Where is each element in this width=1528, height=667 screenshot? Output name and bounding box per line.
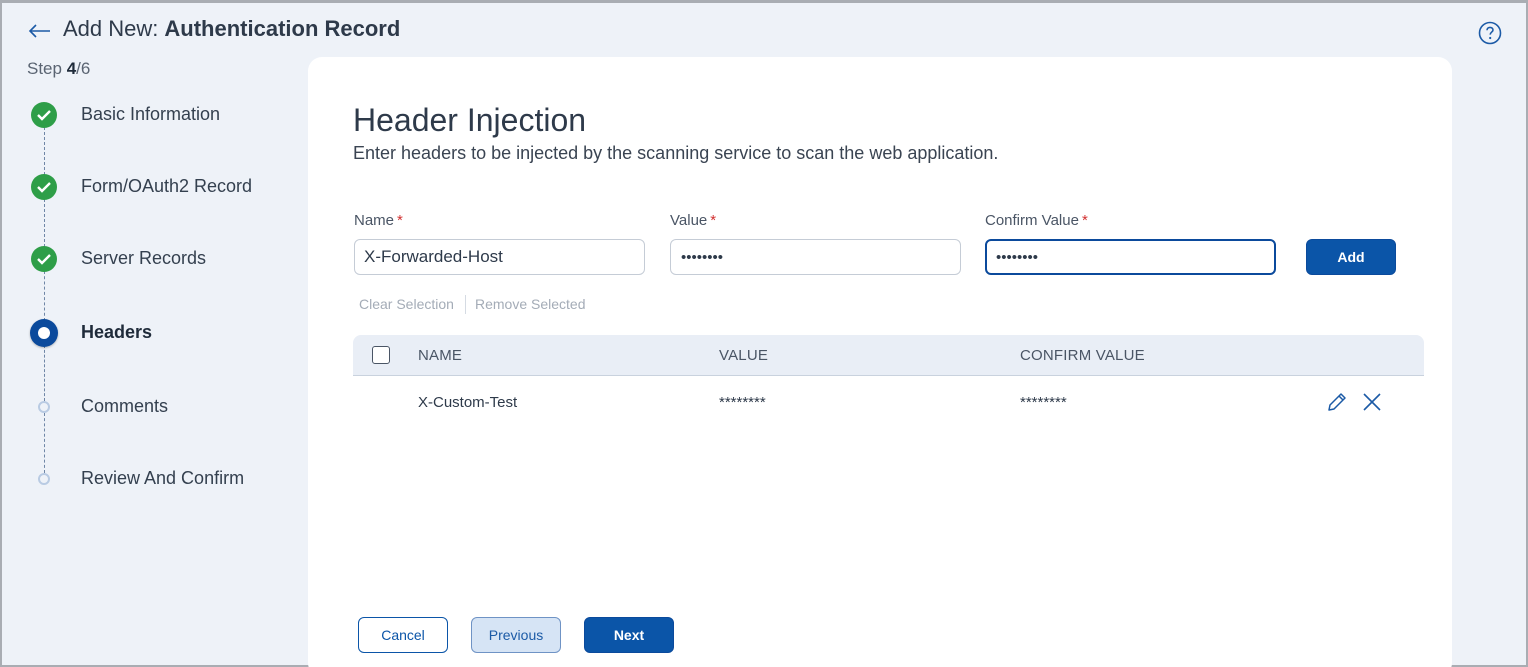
confirm-label-text: Confirm Value: [985, 212, 1079, 229]
link-divider: [465, 295, 466, 314]
confirm-masked-text: ••••••••: [996, 249, 1039, 266]
required-mark: *: [1081, 212, 1088, 229]
table-row: X-Custom-Test ******** ********: [353, 376, 1424, 426]
step-current-icon: [30, 319, 58, 347]
required-mark: *: [397, 212, 403, 229]
help-icon[interactable]: [1478, 21, 1502, 45]
row-name-cell: X-Custom-Test: [418, 394, 518, 411]
previous-button[interactable]: Previous: [471, 617, 561, 653]
confirm-value-label: Confirm Value *: [985, 212, 1088, 229]
step-counter-current: 4: [66, 59, 77, 78]
stepper-connector: [44, 271, 45, 321]
stepper-connector: [44, 345, 45, 401]
stepper-connector: [44, 127, 45, 175]
step-headers[interactable]: Headers: [81, 322, 152, 343]
remove-selected-link[interactable]: Remove Selected: [475, 296, 586, 312]
page-title: Add New: Authentication Record: [63, 16, 400, 42]
name-input[interactable]: [354, 239, 645, 275]
value-input[interactable]: ••••••••: [670, 239, 961, 275]
page-title-prefix: Add New:: [63, 16, 159, 41]
step-pending-icon: [38, 473, 50, 485]
column-header-value[interactable]: VALUE: [719, 347, 768, 364]
confirm-value-input[interactable]: ••••••••: [985, 239, 1276, 275]
required-mark: *: [710, 212, 717, 229]
add-button[interactable]: Add: [1306, 239, 1396, 275]
page-title-main: Authentication Record: [164, 16, 401, 41]
delete-row-close-icon[interactable]: [1360, 390, 1384, 414]
page-frame: Add New: Authentication Record Step 4/6 B…: [0, 0, 1528, 667]
section-description: Enter headers to be injected by the scan…: [353, 143, 999, 163]
step-review-and-confirm: Review And Confirm: [81, 468, 245, 488]
section-title: Header Injection: [353, 102, 587, 138]
main-card: Header Injection Enter headers to be inj…: [308, 57, 1452, 667]
step-counter-prefix: Step: [27, 59, 67, 78]
step-done-icon: [31, 246, 57, 272]
next-button[interactable]: Next: [584, 617, 674, 653]
step-counter: Step 4/6: [27, 59, 90, 79]
step-done-icon: [31, 174, 57, 200]
column-header-confirm-value[interactable]: CONFIRM VALUE: [1020, 347, 1145, 364]
name-label-text: Name: [354, 212, 395, 229]
name-label: Name *: [354, 212, 403, 229]
step-done-icon: [31, 102, 57, 128]
clear-selection-link[interactable]: Clear Selection: [359, 296, 454, 312]
step-basic-information[interactable]: Basic Information: [81, 104, 220, 125]
step-pending-icon: [38, 401, 50, 413]
value-label-text: Value: [670, 212, 708, 229]
step-comments: Comments: [81, 396, 169, 416]
edit-icon[interactable]: [1325, 390, 1349, 414]
stepper-connector: [44, 413, 45, 473]
cancel-button[interactable]: Cancel: [358, 617, 448, 653]
step-counter-total: /6: [76, 59, 91, 78]
step-server-records[interactable]: Server Records: [81, 248, 206, 269]
value-label: Value *: [670, 212, 716, 229]
select-all-checkbox[interactable]: [372, 346, 390, 364]
table-header: NAME VALUE CONFIRM VALUE: [353, 335, 1424, 376]
value-masked-text: ••••••••: [681, 249, 724, 266]
column-header-name[interactable]: NAME: [418, 347, 462, 364]
row-confirm-cell: ********: [1020, 394, 1067, 411]
row-value-cell: ********: [719, 394, 766, 411]
step-form-oauth2-record[interactable]: Form/OAuth2 Record: [81, 176, 252, 197]
back-arrow-icon[interactable]: [28, 19, 52, 43]
stepper-connector: [44, 199, 45, 247]
